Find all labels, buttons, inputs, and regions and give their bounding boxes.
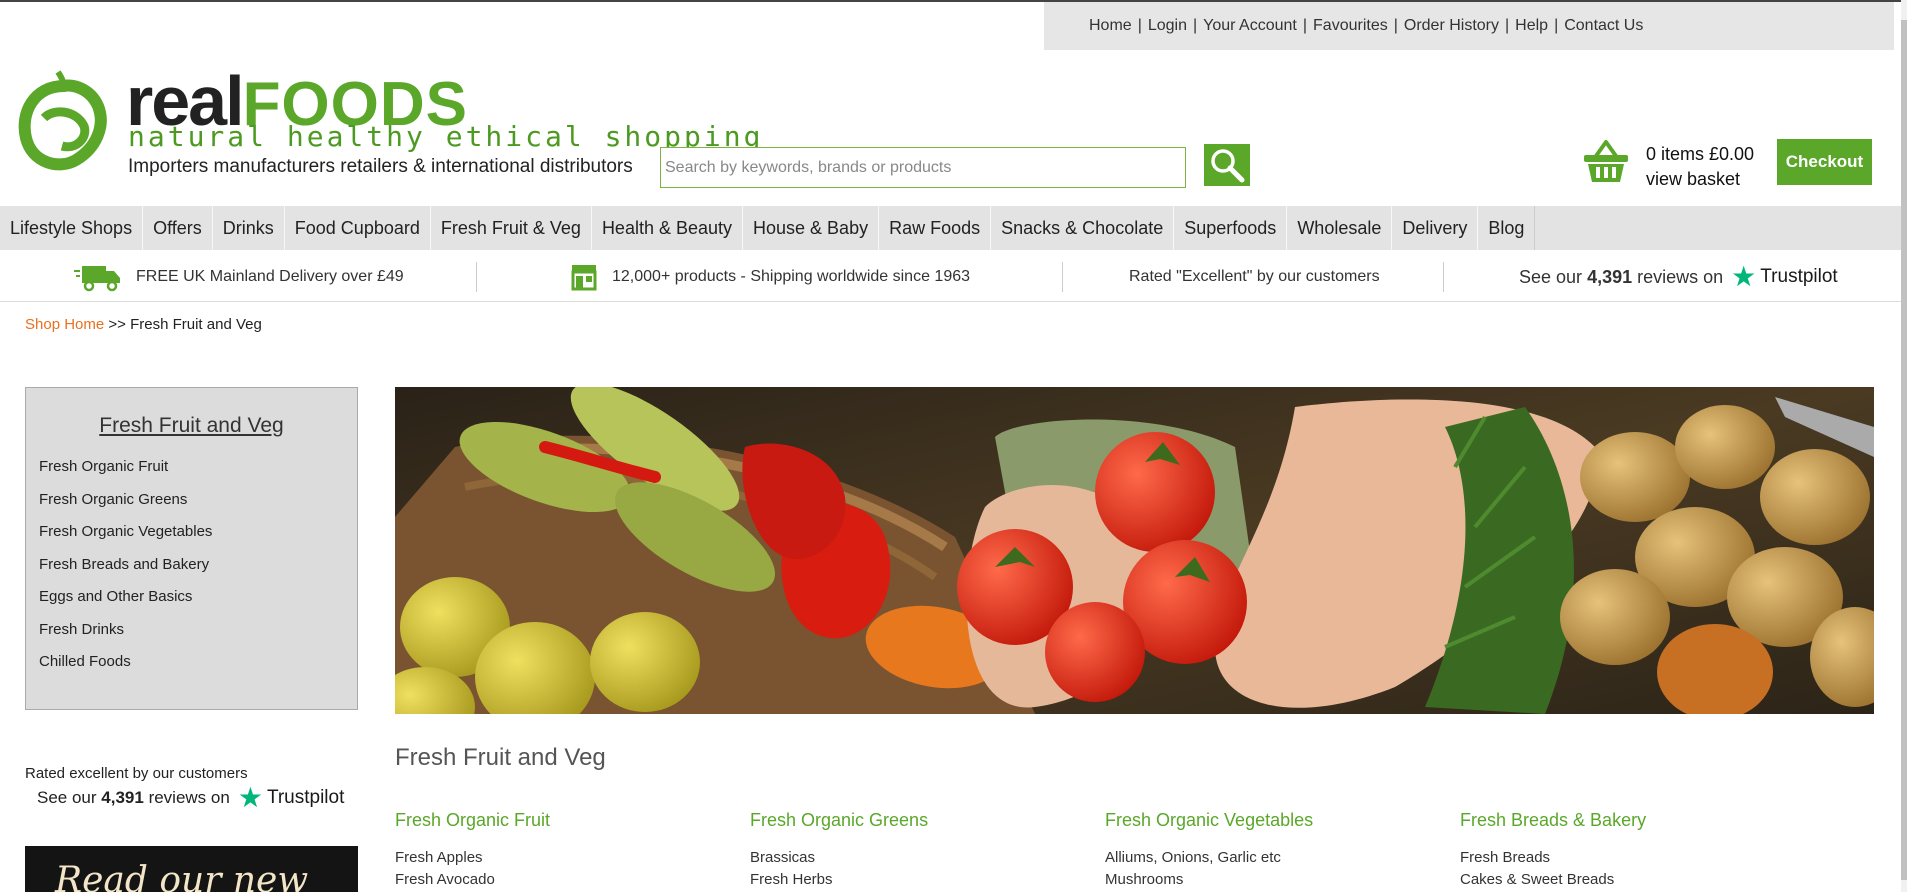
info-strip: FREE UK Mainland Delivery over £49 12,00…: [0, 252, 1901, 302]
apple-swirl-icon: [18, 70, 107, 171]
search-button[interactable]: [1204, 144, 1250, 186]
sidebar-trustpilot[interactable]: See our 4,391 reviews on ★ Trustpilot: [37, 782, 344, 813]
nav-item-health-beauty[interactable]: Health & Beauty: [592, 206, 744, 250]
category-link[interactable]: Fresh Apples: [395, 849, 550, 871]
fresh-produce-image: [395, 387, 1874, 714]
top-link-your-account[interactable]: Your Account: [1203, 17, 1297, 35]
section-title: Fresh Fruit and Veg: [395, 744, 606, 771]
nav-item-superfoods[interactable]: Superfoods: [1174, 206, 1288, 250]
blog-promo-banner[interactable]: Read our new: [25, 846, 358, 892]
category-link[interactable]: Brassicas: [750, 849, 928, 871]
category-title[interactable]: Fresh Organic Fruit: [395, 810, 550, 831]
info-rated: Rated "Excellent" by our customers: [1129, 268, 1380, 285]
page-scrollbar[interactable]: [1901, 0, 1907, 892]
sidebar-item-fresh-breads-bakery[interactable]: Fresh Breads and Bakery: [39, 556, 357, 589]
top-link-home[interactable]: Home: [1089, 17, 1132, 35]
top-link-contact-us[interactable]: Contact Us: [1564, 17, 1643, 35]
category-link[interactable]: Fresh Breads: [1460, 849, 1646, 871]
logo-subline: Importers manufacturers retailers & inte…: [128, 156, 633, 177]
sidebar-item-fresh-drinks[interactable]: Fresh Drinks: [39, 621, 357, 654]
sidebar-item-eggs-basics[interactable]: Eggs and Other Basics: [39, 588, 357, 621]
nav-item-drinks[interactable]: Drinks: [213, 206, 285, 250]
nav-item-offers[interactable]: Offers: [143, 206, 213, 250]
info-trustpilot[interactable]: See our 4,391 reviews on ★ Trustpilot: [1519, 252, 1838, 302]
nav-item-raw-foods[interactable]: Raw Foods: [879, 206, 992, 250]
nav-item-snacks-chocolate[interactable]: Snacks & Chocolate: [991, 206, 1175, 250]
trustpilot-star-icon: ★: [1731, 261, 1757, 292]
sidebar-item-fresh-organic-greens[interactable]: Fresh Organic Greens: [39, 491, 357, 524]
top-links-bar: Home | Login | Your Account | Favourites | O…: [1044, 2, 1894, 50]
basket-summary[interactable]: 0 items £0.00 view basket: [1646, 142, 1754, 192]
sidebar-title[interactable]: Fresh Fruit and Veg: [26, 414, 357, 438]
sidebar-item-chilled-foods[interactable]: Chilled Foods: [39, 653, 357, 686]
category-link[interactable]: Mushrooms: [1105, 871, 1313, 892]
info-delivery: FREE UK Mainland Delivery over £49: [74, 252, 404, 302]
breadcrumb: Shop Home >> Fresh Fruit and Veg: [25, 316, 262, 333]
nav-item-blog[interactable]: Blog: [1478, 206, 1536, 250]
category-column: Fresh Organic Vegetables Alliums, Onions…: [1105, 810, 1313, 892]
top-link-help[interactable]: Help: [1515, 17, 1548, 35]
category-link[interactable]: Cakes & Sweet Breads: [1460, 871, 1646, 892]
category-title[interactable]: Fresh Organic Vegetables: [1105, 810, 1313, 831]
nav-item-food-cupboard[interactable]: Food Cupboard: [285, 206, 431, 250]
breadcrumb-current: Fresh Fruit and Veg: [130, 316, 262, 333]
category-title[interactable]: Fresh Breads & Bakery: [1460, 810, 1646, 831]
breadcrumb-home-link[interactable]: Shop Home: [25, 316, 104, 333]
category-sidebar: Fresh Fruit and Veg Fresh Organic Fruit …: [25, 387, 358, 710]
nav-item-lifestyle-shops[interactable]: Lifestyle Shops: [0, 206, 144, 250]
category-column: Fresh Organic Fruit Fresh Apples Fresh A…: [395, 810, 550, 892]
top-link-login[interactable]: Login: [1148, 17, 1187, 35]
basket-icon[interactable]: [1582, 138, 1630, 184]
shop-front-icon: [571, 265, 597, 291]
scrollbar-thumb[interactable]: [1901, 20, 1907, 880]
nav-item-delivery[interactable]: Delivery: [1392, 206, 1479, 250]
category-link[interactable]: Alliums, Onions, Garlic etc: [1105, 849, 1313, 871]
nav-item-wholesale[interactable]: Wholesale: [1287, 206, 1393, 250]
top-link-favourites[interactable]: Favourites: [1313, 17, 1388, 35]
search-icon: [1211, 149, 1245, 183]
checkout-button[interactable]: Checkout: [1777, 139, 1872, 185]
basket-items: 0 items £0.00: [1646, 144, 1755, 164]
nav-item-fresh-fruit-veg[interactable]: Fresh Fruit & Veg: [431, 206, 592, 250]
category-link[interactable]: Fresh Herbs: [750, 871, 928, 892]
top-link-order-history[interactable]: Order History: [1404, 17, 1499, 35]
main-nav: Lifestyle Shops Offers Drinks Food Cupbo…: [0, 206, 1901, 250]
nav-item-house-baby[interactable]: House & Baby: [743, 206, 880, 250]
category-title[interactable]: Fresh Organic Greens: [750, 810, 928, 831]
category-column: Fresh Breads & Bakery Fresh Breads Cakes…: [1460, 810, 1646, 892]
info-products: 12,000+ products - Shipping worldwide si…: [570, 252, 970, 302]
trustpilot-star-icon: ★: [237, 782, 263, 813]
view-basket-link[interactable]: view basket: [1646, 167, 1754, 192]
trustpilot-logo: Trustpilot: [1760, 266, 1838, 287]
site-logo[interactable]: realFOODS natural healthy ethical shoppi…: [14, 66, 760, 178]
sidebar-item-fresh-organic-fruit[interactable]: Fresh Organic Fruit: [39, 458, 357, 491]
hero-image: [395, 387, 1874, 714]
sidebar-rated-text: Rated excellent by our customers: [25, 765, 248, 782]
delivery-truck-icon: [74, 266, 120, 292]
category-link[interactable]: Fresh Avocado: [395, 871, 550, 892]
search-input[interactable]: [660, 147, 1186, 188]
category-column: Fresh Organic Greens Brassicas Fresh Her…: [750, 810, 928, 892]
sidebar-item-fresh-organic-vegetables[interactable]: Fresh Organic Vegetables: [39, 523, 357, 556]
